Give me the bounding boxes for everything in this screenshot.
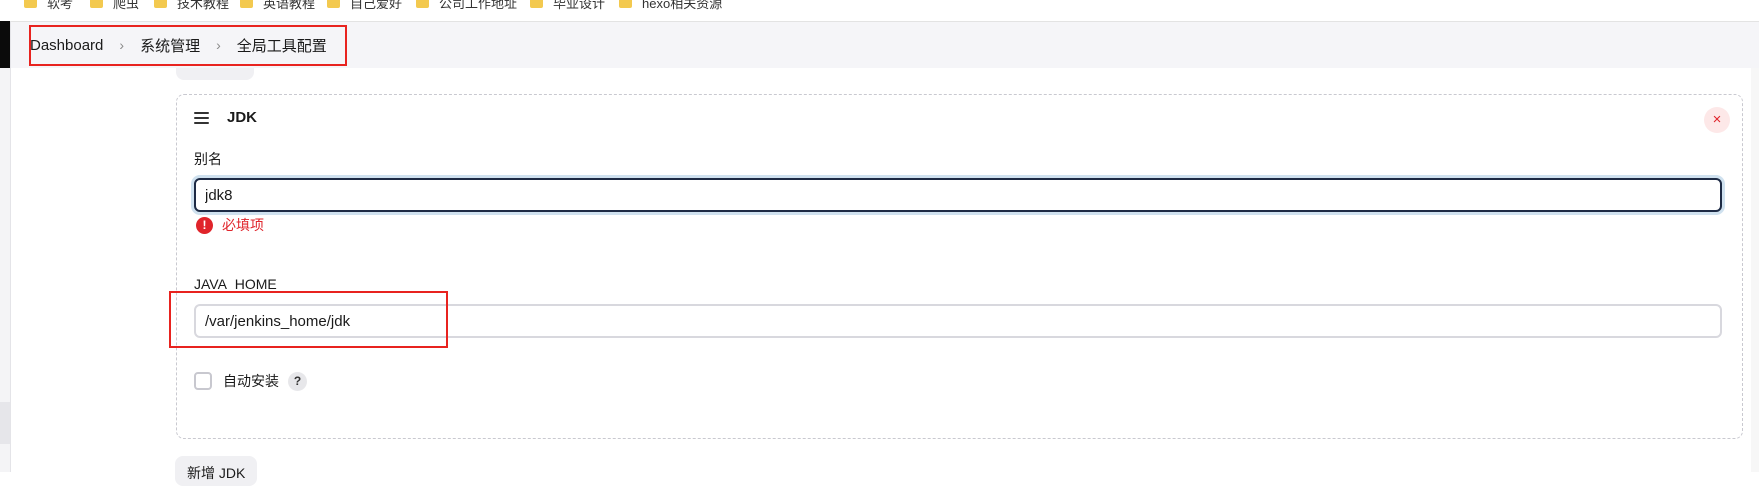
folder-icon xyxy=(619,0,632,8)
side-panel-highlight xyxy=(0,402,10,444)
required-error: ! 必填项 xyxy=(196,215,264,235)
bookmark-item[interactable]: 自己爱好 xyxy=(327,0,402,12)
bookmark-label: hexo相关资源 xyxy=(642,0,723,11)
bookmark-label: 自己爱好 xyxy=(350,0,403,11)
folder-icon xyxy=(154,0,167,8)
auto-install-checkbox[interactable] xyxy=(194,372,212,390)
jdk-installation-card: JDK × 别名 ! 必填项 JAVA_HOME 自动安装 ? xyxy=(176,94,1743,439)
breadcrumb-dashboard[interactable]: Dashboard xyxy=(28,37,105,54)
breadcrumb-system-management[interactable]: 系统管理 xyxy=(138,35,202,56)
folder-icon xyxy=(530,0,543,8)
scrollbar[interactable] xyxy=(1751,68,1759,472)
bookmark-label: 爬虫 xyxy=(113,0,140,11)
bookmark-label: 软考 xyxy=(47,0,74,11)
breadcrumb: Dashboard › 系统管理 › 全局工具配置 xyxy=(28,22,329,68)
bookmark-item[interactable]: 毕业设计 xyxy=(530,0,605,12)
drag-handle-icon[interactable] xyxy=(194,111,209,124)
java-home-label: JAVA_HOME xyxy=(194,276,277,292)
add-jdk-button[interactable]: 新增 JDK xyxy=(175,456,258,486)
close-icon[interactable]: × xyxy=(1704,107,1730,133)
help-icon[interactable]: ? xyxy=(288,371,307,391)
error-icon: ! xyxy=(196,216,213,234)
folder-icon xyxy=(24,0,37,8)
bookmark-item[interactable]: 爬虫 xyxy=(90,0,139,12)
bookmark-label: 毕业设计 xyxy=(553,0,606,11)
chevron-right-icon: › xyxy=(119,37,125,53)
bookmarks-bar: 软考 爬虫 技术教程 英语教程 自己爱好 公司工作地址 毕业设计 hexo相关资… xyxy=(0,0,1759,22)
bookmark-item[interactable]: 技术教程 xyxy=(154,0,229,12)
bookmark-item[interactable]: 公司工作地址 xyxy=(416,0,517,12)
bookmark-label: 技术教程 xyxy=(177,0,230,11)
previous-section-tab xyxy=(176,68,254,80)
card-header: JDK xyxy=(194,109,257,126)
bookmark-item[interactable]: 英语教程 xyxy=(240,0,315,12)
required-error-text: 必填项 xyxy=(222,217,264,233)
breadcrumb-bar: Dashboard › 系统管理 › 全局工具配置 xyxy=(11,22,1759,68)
breadcrumb-global-tool-config[interactable]: 全局工具配置 xyxy=(235,35,329,56)
bookmark-item[interactable]: hexo相关资源 xyxy=(619,0,722,12)
java-home-input[interactable] xyxy=(194,304,1722,338)
alias-input[interactable] xyxy=(194,178,1722,212)
auto-install-label: 自动安装 xyxy=(223,373,279,389)
folder-icon xyxy=(90,0,103,8)
side-panel-dark-edge xyxy=(0,21,10,68)
folder-icon xyxy=(240,0,253,8)
folder-icon xyxy=(327,0,340,8)
bookmark-label: 公司工作地址 xyxy=(439,0,518,11)
folder-icon xyxy=(416,0,429,8)
card-title: JDK xyxy=(227,109,258,126)
bookmark-item[interactable]: 软考 xyxy=(24,0,73,12)
alias-label: 别名 xyxy=(194,151,222,167)
bookmark-label: 英语教程 xyxy=(263,0,316,11)
auto-install-row: 自动安装 ? xyxy=(194,371,307,391)
chevron-right-icon: › xyxy=(216,37,221,53)
